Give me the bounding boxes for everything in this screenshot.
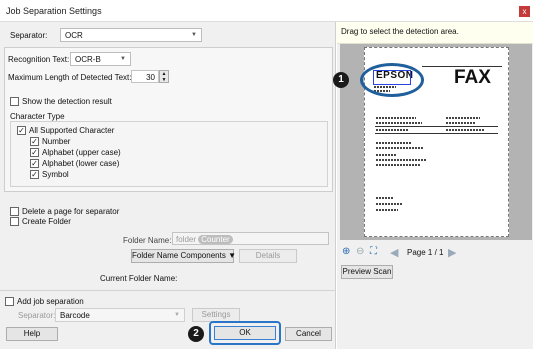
callout-1: 1 [333, 72, 349, 88]
detection-hint: Drag to select the detection area. [337, 22, 533, 44]
folder-name-input[interactable]: folder Counter [172, 232, 329, 245]
recognition-label: Recognition Text: [8, 55, 70, 64]
create-folder-checkbox[interactable] [10, 217, 19, 226]
max-length-input[interactable]: 30 [131, 70, 159, 83]
symbol-label: Symbol [42, 170, 69, 179]
detection-area-box [373, 70, 411, 85]
character-type-heading: Character Type [10, 112, 65, 121]
lowercase-label: Alphabet (lower case) [42, 159, 120, 168]
document-text-line [376, 129, 408, 131]
delete-page-label: Delete a page for separator [22, 207, 120, 216]
zoom-in-icon[interactable]: ⊕ [342, 246, 350, 257]
delete-page-checkbox[interactable] [10, 207, 19, 216]
document-text-line [376, 142, 412, 144]
symbol-checkbox[interactable]: ✓ [30, 170, 39, 179]
create-folder-label: Create Folder [22, 217, 71, 226]
ok-button[interactable]: OK [214, 326, 276, 340]
uppercase-label: Alphabet (upper case) [42, 148, 121, 157]
separator-value: OCR [65, 31, 83, 40]
recognition-value: OCR-B [75, 55, 101, 64]
document-text-line [446, 129, 484, 131]
document-heading: FAX [454, 67, 491, 88]
separator2-value: Barcode [60, 311, 90, 320]
lowercase-checkbox[interactable]: ✓ [30, 159, 39, 168]
document-text-line [376, 164, 420, 166]
add-job-label: Add job separation [17, 297, 84, 306]
next-page-icon[interactable]: ▶ [448, 246, 456, 259]
number-label: Number [42, 137, 71, 146]
separator-label: Separator: [10, 31, 48, 40]
document-text-line [376, 159, 426, 161]
document-rule [375, 126, 498, 127]
document-text-line [376, 122, 422, 124]
separator2-label: Separator: [18, 311, 56, 320]
cancel-button[interactable]: Cancel [285, 327, 332, 341]
settings-button[interactable]: Settings [192, 308, 240, 322]
chevron-down-icon: ▼ [120, 56, 126, 62]
max-length-stepper[interactable]: ▲ ▼ [159, 70, 169, 83]
folder-name-label: Folder Name: [123, 236, 172, 245]
max-length-label: Maximum Length of Detected Text: [8, 73, 132, 82]
callout-2: 2 [188, 326, 204, 342]
close-button[interactable]: x [519, 6, 530, 17]
document-rule [375, 133, 498, 134]
counter-token: Counter [198, 235, 233, 244]
document-text-line [376, 117, 416, 119]
document-text-line [376, 203, 402, 205]
divider [0, 290, 336, 291]
help-button[interactable]: Help [6, 327, 58, 341]
folder-components-button[interactable]: Folder Name Components ▼ [131, 249, 236, 263]
recognition-select[interactable]: OCR-B ▼ [70, 52, 131, 66]
zoom-out-icon[interactable]: ⊖ [356, 246, 364, 257]
separator-select[interactable]: OCR ▼ [60, 28, 202, 42]
details-button[interactable]: Details [239, 249, 297, 263]
preview-scan-button[interactable]: Preview Scan [341, 265, 393, 279]
window-title: Job Separation Settings [6, 6, 102, 16]
document-text-line [376, 197, 394, 199]
all-characters-label: All Supported Character [29, 126, 115, 135]
number-checkbox[interactable]: ✓ [30, 137, 39, 146]
current-folder-label: Current Folder Name: [100, 274, 178, 283]
document-rule [422, 66, 502, 67]
chevron-down-icon: ▼ [191, 32, 197, 38]
previous-page-icon[interactable]: ◀ [390, 246, 398, 259]
folder-components-label: Folder Name Components [132, 251, 226, 260]
document-text-line [446, 117, 480, 119]
uppercase-checkbox[interactable]: ✓ [30, 148, 39, 157]
chevron-down-icon: ▼ [174, 312, 180, 318]
page-indicator: Page 1 / 1 [407, 248, 444, 257]
document-text-line [376, 154, 396, 156]
document-text-line [376, 209, 398, 211]
fit-page-icon[interactable]: ⛶ [370, 246, 377, 257]
document-text-line [446, 122, 476, 124]
folder-name-prefix: folder [176, 235, 197, 244]
chevron-down-icon: ▼ [228, 251, 236, 260]
separator2-select[interactable]: Barcode ▼ [55, 308, 185, 322]
document-text-line [376, 147, 424, 149]
show-detection-checkbox[interactable] [10, 97, 19, 106]
show-detection-label: Show the detection result [22, 97, 112, 106]
add-job-checkbox[interactable] [5, 297, 14, 306]
all-characters-checkbox[interactable]: ✓ [17, 126, 26, 135]
